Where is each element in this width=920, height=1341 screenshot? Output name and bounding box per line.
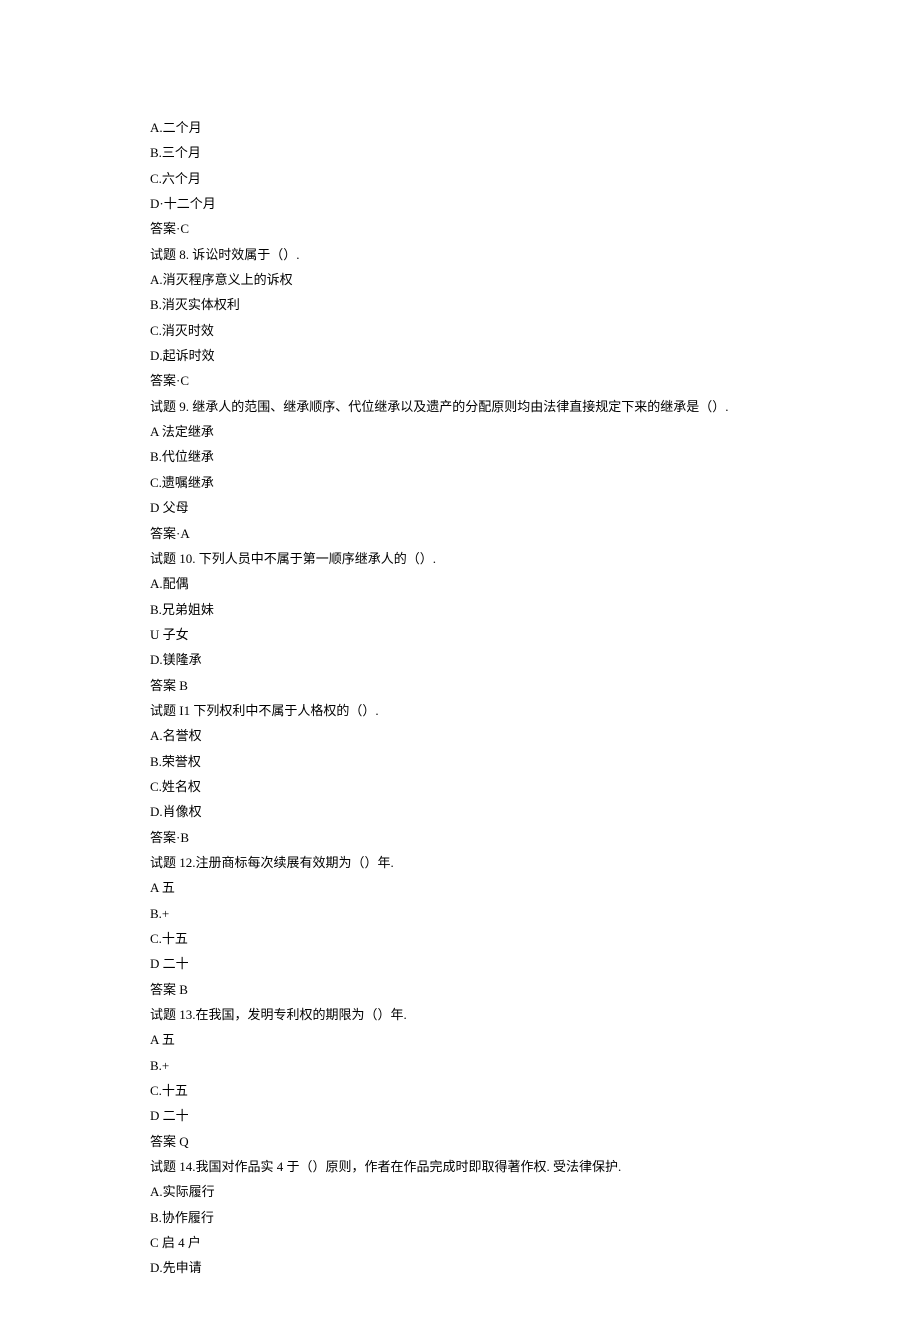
text-line: 试题 I1 下列权利中不属于人格权的（）. (150, 698, 770, 723)
text-line: 答案 Q (150, 1129, 770, 1154)
text-line: D·十二个月 (150, 191, 770, 216)
text-line: D.先申请 (150, 1255, 770, 1280)
text-line: 答案 B (150, 977, 770, 1002)
text-line: 试题 13.在我国，发明专利权的期限为（）年. (150, 1002, 770, 1027)
text-line: C.十五 (150, 1078, 770, 1103)
text-line: D.起诉时效 (150, 343, 770, 368)
text-line: B.三个月 (150, 140, 770, 165)
text-line: 试题 12.注册商标每次续展有效期为（）年. (150, 850, 770, 875)
text-line: 答案·C (150, 216, 770, 241)
text-line: A.实际履行 (150, 1179, 770, 1204)
text-line: C.六个月 (150, 166, 770, 191)
text-line: 试题 14.我国对作品实 4 于（）原则，作者在作品完成时即取得著作权. 受法律… (150, 1154, 770, 1179)
text-line: A.二个月 (150, 115, 770, 140)
text-line: C.遗嘱继承 (150, 470, 770, 495)
text-line: C.十五 (150, 926, 770, 951)
text-line: A 法定继承 (150, 419, 770, 444)
text-line: D 二十 (150, 951, 770, 976)
text-line: A 五 (150, 1027, 770, 1052)
text-line: C 启 4 户 (150, 1230, 770, 1255)
text-line: 试题 8. 诉讼时效属于（）. (150, 242, 770, 267)
text-line: C.姓名权 (150, 774, 770, 799)
text-line: A.名誉权 (150, 723, 770, 748)
text-line: D 父母 (150, 495, 770, 520)
document-page: A.二个月 B.三个月 C.六个月 D·十二个月 答案·C 试题 8. 诉讼时效… (0, 0, 920, 1341)
text-line: A.消灭程序意义上的诉权 (150, 267, 770, 292)
text-line: 答案·A (150, 521, 770, 546)
text-line: D.镁隆承 (150, 647, 770, 672)
text-line: 试题 9. 继承人的范围、继承顺序、代位继承以及遗产的分配原则均由法律直接规定下… (150, 394, 770, 419)
text-line: B.协作履行 (150, 1205, 770, 1230)
text-line: B.代位继承 (150, 444, 770, 469)
text-line: D.肖像权 (150, 799, 770, 824)
text-line: 试题 10. 下列人员中不属于第一顺序继承人的（）. (150, 546, 770, 571)
text-line: B.+ (150, 901, 770, 926)
text-line: U 子女 (150, 622, 770, 647)
text-line: 答案 B (150, 673, 770, 698)
text-line: D 二十 (150, 1103, 770, 1128)
text-line: A 五 (150, 875, 770, 900)
text-line: 答案·B (150, 825, 770, 850)
text-line: 答案·C (150, 368, 770, 393)
text-line: B.消灭实体权利 (150, 292, 770, 317)
text-line: B.兄弟姐妹 (150, 597, 770, 622)
text-line: C.消灭时效 (150, 318, 770, 343)
text-line: B.+ (150, 1053, 770, 1078)
text-line: A.配偶 (150, 571, 770, 596)
text-line: B.荣誉权 (150, 749, 770, 774)
